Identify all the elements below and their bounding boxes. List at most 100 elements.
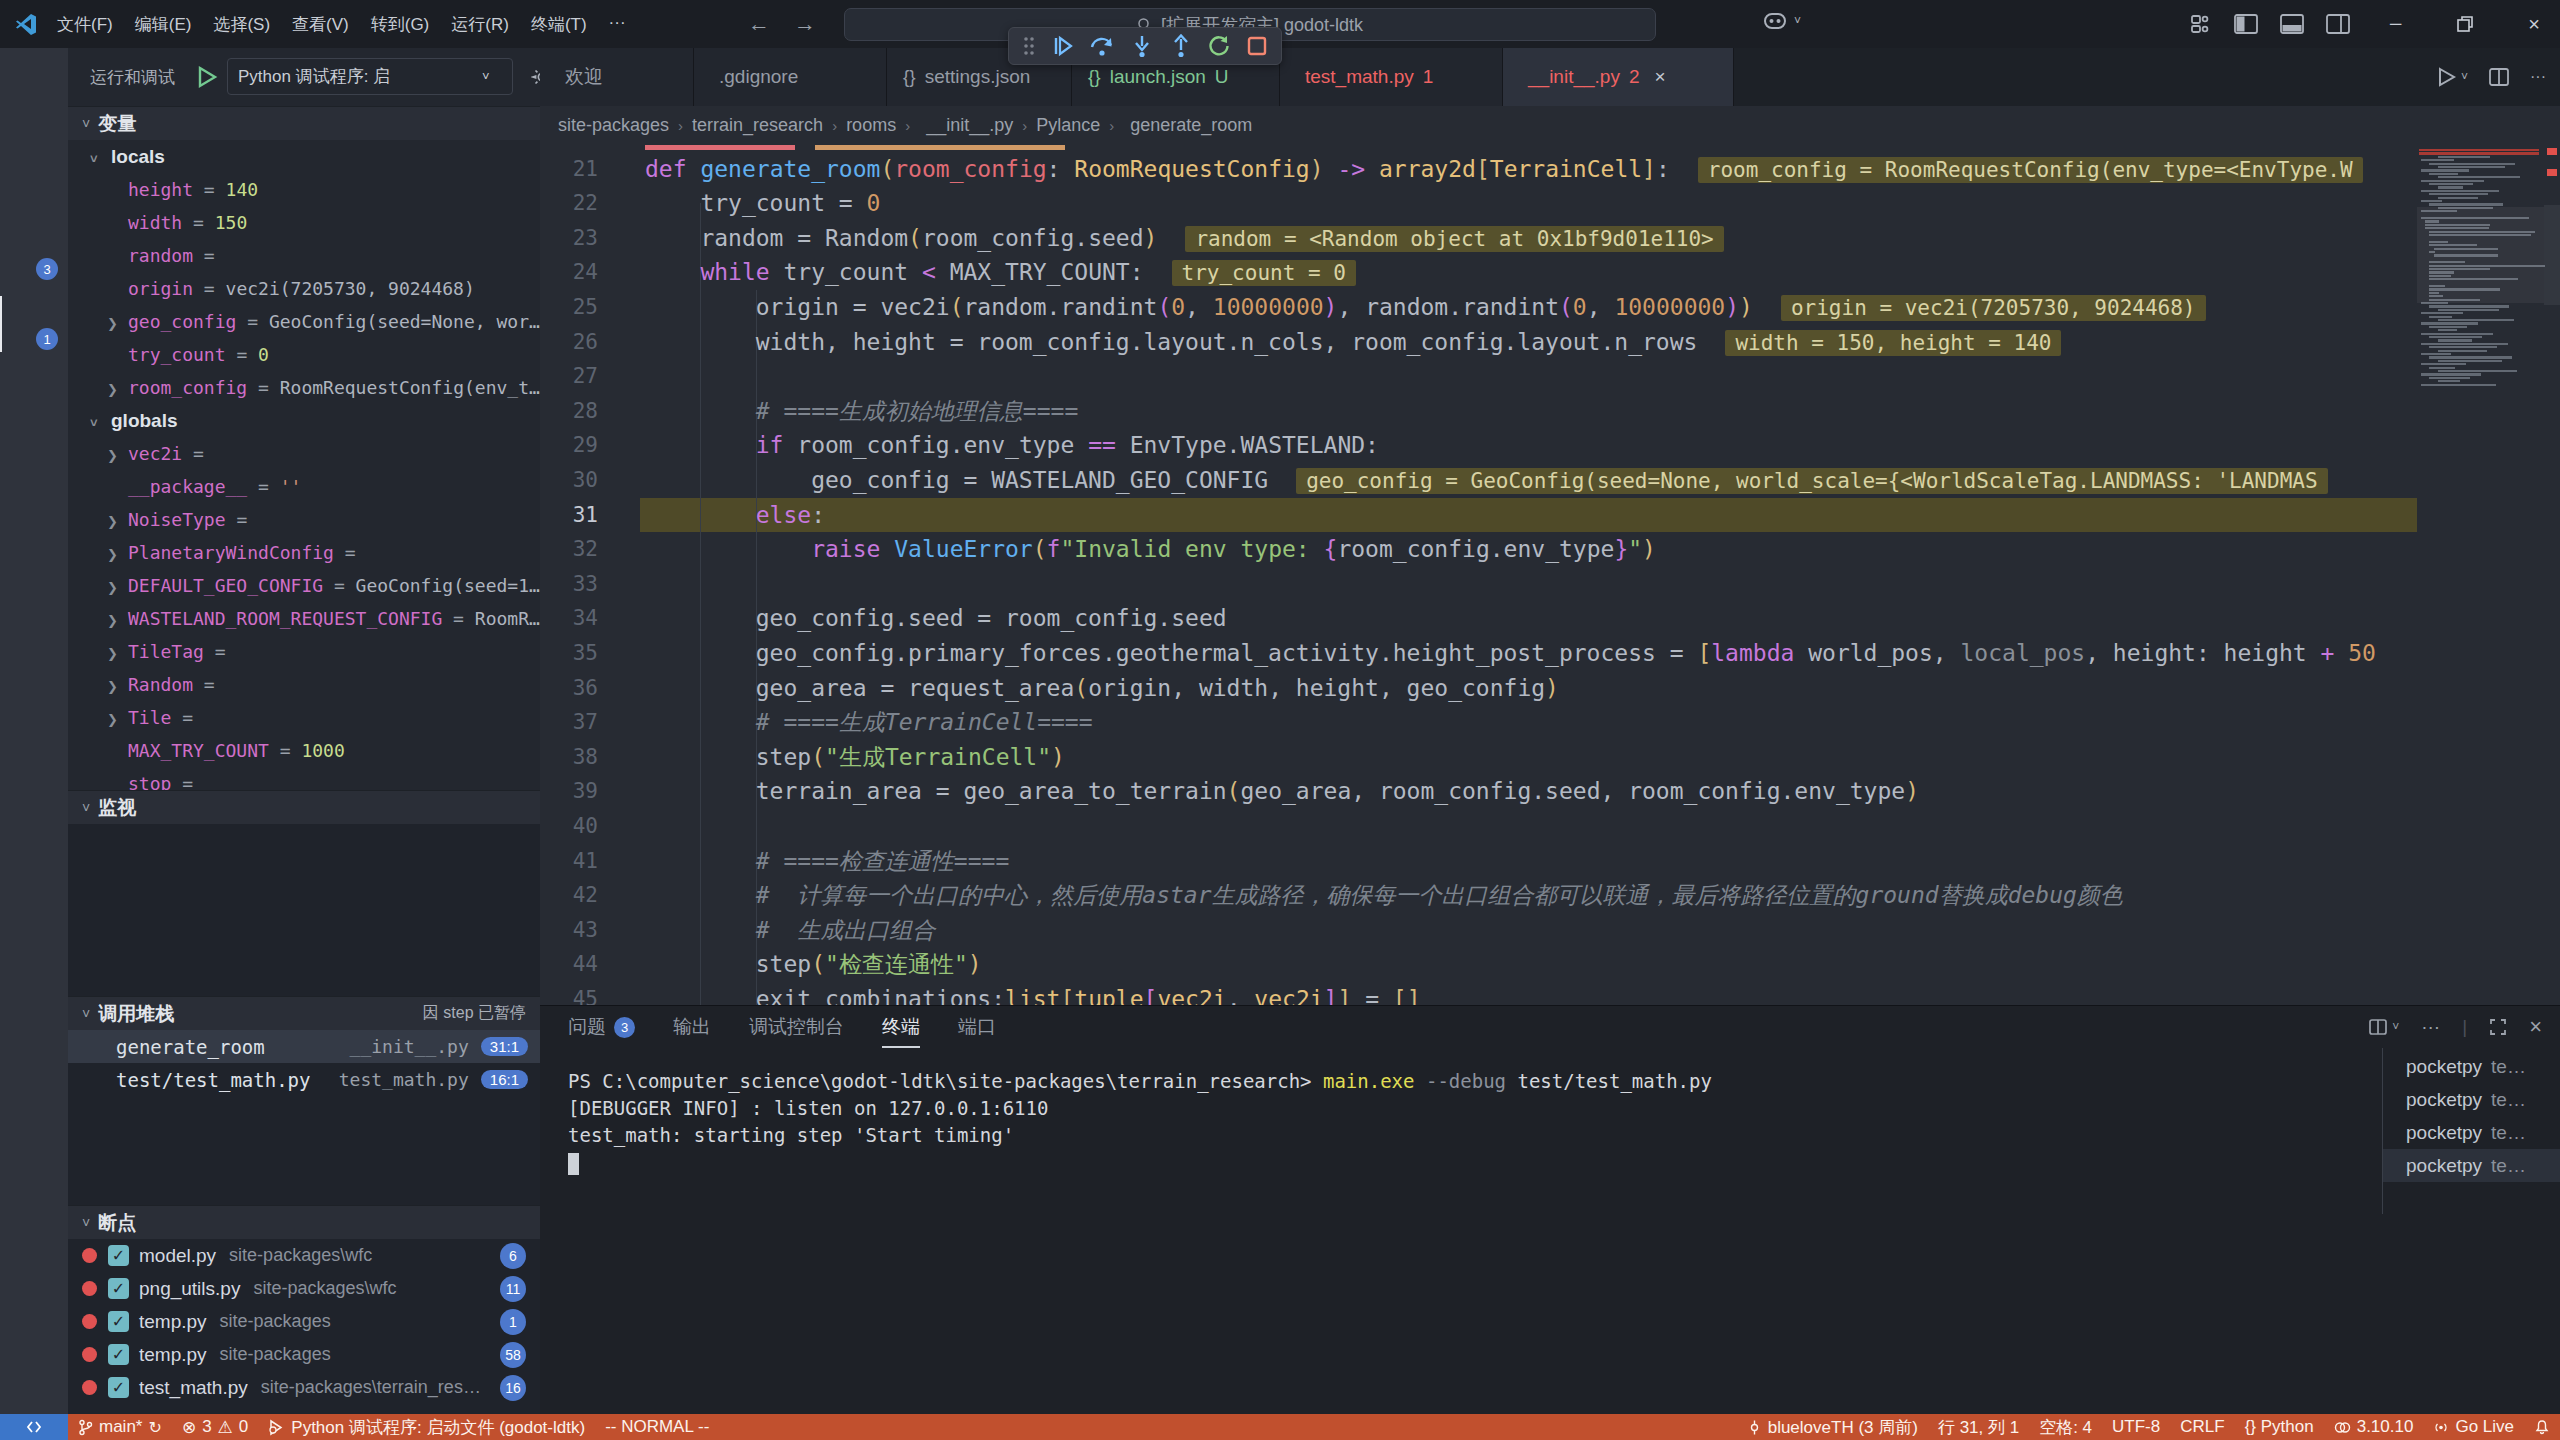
activity-explorer[interactable]	[0, 90, 68, 146]
tab-.gdignore[interactable]: .gdignore	[694, 48, 887, 106]
close-window-button[interactable]: ×	[2528, 13, 2540, 36]
commit-info[interactable]: blueloveTH (3 周前)	[1737, 1416, 1928, 1439]
variable-row[interactable]: ❯TileTag =	[68, 635, 540, 668]
variable-row[interactable]: ❯Random =	[68, 668, 540, 701]
debug-start-icon[interactable]	[196, 65, 218, 89]
eol-sequence[interactable]: CRLF	[2170, 1417, 2234, 1437]
cursor-position[interactable]: 行 31, 列 1	[1928, 1416, 2029, 1439]
menu-查看(V)[interactable]: 查看(V)	[281, 13, 360, 36]
debug-status[interactable]: Python 调试程序: 启动文件 (godot-ldtk)	[258, 1416, 595, 1439]
vim-mode[interactable]: -- NORMAL --	[595, 1417, 719, 1437]
breadcrumb-item[interactable]: __init__.py	[926, 115, 1013, 136]
run-python-button[interactable]: ˅	[2435, 66, 2468, 88]
maximize-panel-icon[interactable]	[2489, 1018, 2507, 1036]
restore-button[interactable]	[2456, 15, 2474, 33]
panel-tab-终端[interactable]: 终端	[882, 1006, 920, 1048]
stack-frame[interactable]: test/test_math.pytest_math.py16:1	[68, 1063, 540, 1096]
breadcrumb-item[interactable]: site-packages	[558, 115, 669, 136]
remote-indicator[interactable]	[0, 1414, 68, 1440]
customize-layout-icon[interactable]	[2190, 13, 2212, 35]
terminal-instance[interactable]: pocketpyte…	[2383, 1116, 2560, 1149]
close-panel-icon[interactable]: ×	[2529, 1014, 2542, 1040]
toggle-secondary-sidebar-icon[interactable]	[2326, 13, 2350, 35]
terminal-instance[interactable]: pocketpyte…	[2383, 1050, 2560, 1083]
variable-row[interactable]: ❯room_config = RoomRequestConfig(env_t…	[68, 371, 540, 404]
variable-row[interactable]: random =	[68, 239, 540, 272]
breadcrumb-item[interactable]: rooms	[846, 115, 896, 136]
terminal-output[interactable]: PS C:\computer_science\godot-ldtk\site-p…	[568, 1068, 1712, 1176]
variable-row[interactable]: ❯WASTELAND_ROOM_REQUEST_CONFIG = RoomR…	[68, 602, 540, 635]
section-breakpoints[interactable]: ˅断点	[68, 1205, 540, 1239]
notifications-bell[interactable]	[2524, 1419, 2560, 1435]
breakpoint-row[interactable]: ✓model.pysite-packages\wfc6	[68, 1239, 540, 1272]
variable-row[interactable]: __package__ = ''	[68, 470, 540, 503]
stop-icon[interactable]	[1246, 35, 1268, 57]
panel-more-actions[interactable]: ···	[2421, 1016, 2440, 1038]
copilot-button[interactable]: ˅	[1762, 10, 1801, 32]
problems-status[interactable]: ⊗3 ⚠0	[172, 1417, 258, 1438]
minimap-slider[interactable]	[2417, 207, 2544, 303]
menu-···[interactable]: ···	[598, 13, 637, 36]
restart-icon[interactable]	[1207, 34, 1231, 58]
indentation[interactable]: 空格: 4	[2029, 1416, 2102, 1439]
activity-testing[interactable]	[0, 514, 68, 570]
variable-row[interactable]: width = 150	[68, 206, 540, 239]
breadcrumb-item[interactable]: Pylance	[1036, 115, 1100, 136]
close-tab-icon[interactable]: ×	[1654, 66, 1665, 88]
variable-row[interactable]: ❯DEFAULT_GEO_CONFIG = GeoConfig(seed=1…	[68, 569, 540, 602]
go-live[interactable]: Go Live	[2423, 1417, 2524, 1437]
gear-icon[interactable]	[531, 66, 540, 88]
debug-config-dropdown[interactable]: Python 调试程序: 启 ˅	[227, 58, 513, 95]
variable-row[interactable]: ❯vec2i =	[68, 437, 540, 470]
variable-row[interactable]: try_count = 0	[68, 338, 540, 371]
tab-test_math.py[interactable]: test_math.py1	[1280, 48, 1503, 106]
activity-settings[interactable]	[0, 1354, 68, 1410]
section-call-stack[interactable]: ˅调用堆栈因 step 已暂停	[68, 996, 540, 1030]
variable-row[interactable]: ❯PlanetaryWindConfig =	[68, 536, 540, 569]
stack-frame[interactable]: generate_room__init__.py31:1	[68, 1030, 540, 1063]
forward-arrow[interactable]: →	[794, 11, 816, 37]
code-editor[interactable]: 2021def generate_room(room_config: RoomR…	[540, 145, 2560, 1005]
menu-转到(G)[interactable]: 转到(G)	[360, 13, 441, 36]
git-branch[interactable]: main* ↻	[68, 1417, 172, 1437]
menu-运行(R)[interactable]: 运行(R)	[440, 13, 520, 36]
panel-tab-输出[interactable]: 输出	[673, 1006, 711, 1048]
step-over-icon[interactable]	[1089, 34, 1115, 58]
variable-row[interactable]: ❯geo_config = GeoConfig(seed=None, wor…	[68, 305, 540, 338]
language-mode[interactable]: {} Python	[2235, 1417, 2324, 1437]
terminal-instance[interactable]: pocketpyte…	[2383, 1149, 2560, 1182]
var-group-globals[interactable]: ˅globals	[68, 404, 540, 437]
toggle-sidebar-icon[interactable]	[2234, 13, 2258, 35]
menu-文件(F)[interactable]: 文件(F)	[46, 13, 124, 36]
variable-row[interactable]: MAX_TRY_COUNT = 1000	[68, 734, 540, 767]
activity-account[interactable]	[0, 1276, 68, 1332]
continue-icon[interactable]	[1051, 34, 1075, 58]
terminal-split-button[interactable]: ˅	[2368, 1017, 2399, 1037]
var-group-locals[interactable]: ˅locals	[68, 140, 540, 173]
py-env[interactable]: 3.10.10	[2324, 1417, 2424, 1437]
panel-tab-问题[interactable]: 问题3	[568, 1006, 635, 1048]
menu-编辑(E)[interactable]: 编辑(E)	[124, 13, 203, 36]
section-variables[interactable]: ˅变量	[68, 106, 540, 140]
toggle-panel-icon[interactable]	[2280, 13, 2304, 35]
menu-选择(S)[interactable]: 选择(S)	[202, 13, 281, 36]
variable-row[interactable]: stop =	[68, 767, 540, 790]
activity-search[interactable]	[0, 158, 68, 214]
minimap[interactable]	[2417, 145, 2544, 1005]
variable-row[interactable]: origin = vec2i(7205730, 9024468)	[68, 272, 540, 305]
tab-欢迎[interactable]: 欢迎	[540, 48, 694, 106]
breadcrumb-item[interactable]: terrain_research	[692, 115, 823, 136]
activity-extensions[interactable]	[0, 446, 68, 502]
breadcrumb[interactable]: site-packages›terrain_research›rooms›__i…	[540, 106, 2560, 145]
breadcrumb-item[interactable]: generate_room	[1130, 115, 1252, 136]
section-watch[interactable]: ˅监视	[68, 790, 540, 824]
variable-row[interactable]: height = 140	[68, 173, 540, 206]
variable-row[interactable]: ❯Tile =	[68, 701, 540, 734]
terminal-instance[interactable]: pocketpyte…	[2383, 1083, 2560, 1116]
step-into-icon[interactable]	[1130, 34, 1154, 58]
menu-终端(T)[interactable]: 终端(T)	[520, 13, 598, 36]
activity-remote[interactable]	[0, 378, 68, 434]
panel-tab-调试控制台[interactable]: 调试控制台	[749, 1006, 844, 1048]
split-editor-icon[interactable]	[2488, 66, 2510, 88]
breakpoint-row[interactable]: ✓temp.pysite-packages1	[68, 1305, 540, 1338]
